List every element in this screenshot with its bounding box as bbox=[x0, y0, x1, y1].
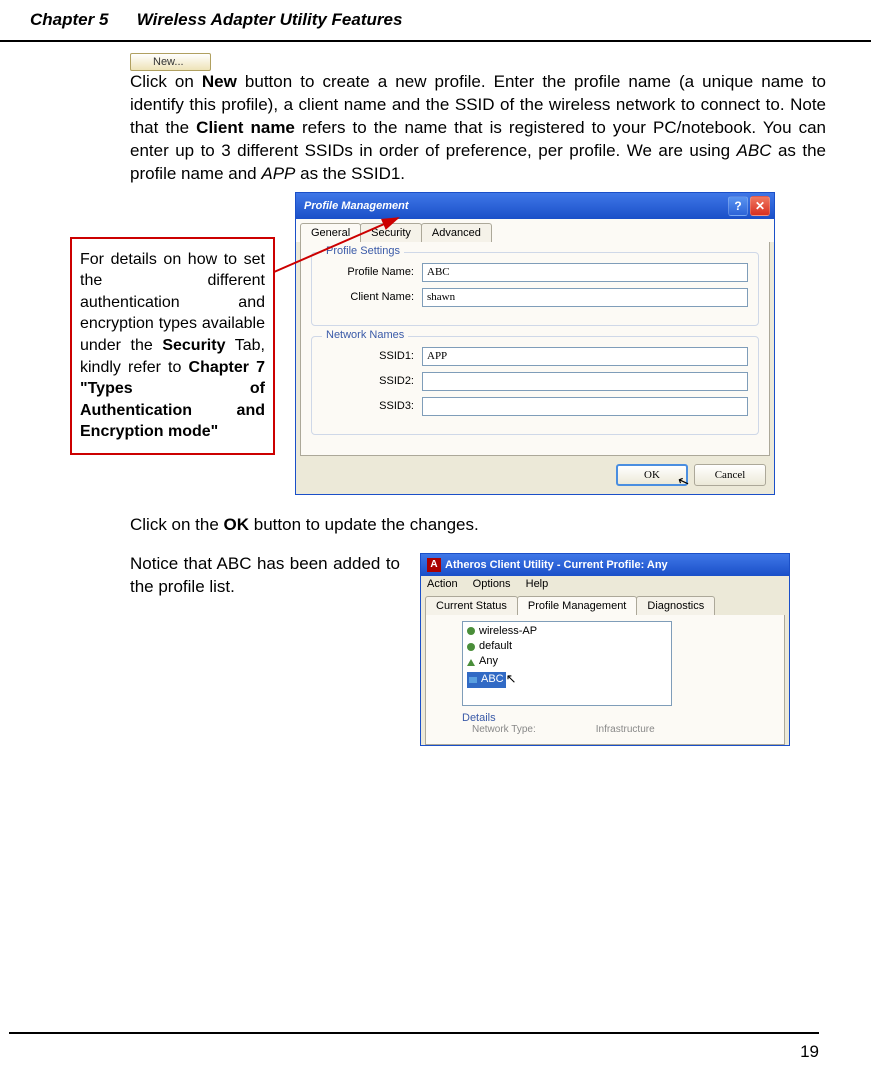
active-profile-icon bbox=[467, 659, 475, 666]
client-utility-titlebar: A Atheros Client Utility - Current Profi… bbox=[421, 554, 789, 576]
cancel-button[interactable]: Cancel bbox=[694, 464, 766, 486]
profile-listbox[interactable]: wireless-AP default Any ABC↖ bbox=[462, 621, 672, 706]
chapter-title: Wireless Adapter Utility Features bbox=[137, 10, 403, 29]
ssid2-label: SSID2: bbox=[322, 375, 422, 387]
tab-profile-management[interactable]: Profile Management bbox=[517, 596, 637, 615]
details-row: Network Type: Infrastructure bbox=[472, 724, 778, 735]
menu-action[interactable]: Action bbox=[427, 578, 458, 590]
page-number: 19 bbox=[800, 1042, 819, 1061]
page-footer: 19 bbox=[9, 1032, 819, 1062]
tab-advanced[interactable]: Advanced bbox=[421, 223, 492, 242]
client-utility-dialog: A Atheros Client Utility - Current Profi… bbox=[420, 553, 790, 746]
ssid3-label: SSID3: bbox=[322, 400, 422, 412]
client-name-label: Client Name: bbox=[322, 291, 422, 303]
profile-icon bbox=[469, 677, 477, 683]
ssid1-label: SSID1: bbox=[322, 350, 422, 362]
security-info-box: For details on how to set the different … bbox=[70, 237, 275, 455]
tab-current-status[interactable]: Current Status bbox=[425, 596, 518, 615]
network-names-group: Network Names SSID1: SSID2: SSID3: bbox=[311, 336, 759, 435]
close-button[interactable]: ✕ bbox=[750, 196, 770, 216]
help-button[interactable]: ? bbox=[728, 196, 748, 216]
profile-icon bbox=[467, 643, 475, 651]
new-button-image: New... bbox=[130, 53, 211, 71]
cursor-icon: ↖ bbox=[676, 472, 693, 492]
menu-bar: Action Options Help bbox=[421, 576, 789, 592]
ok-instruction-paragraph: Click on the OK button to update the cha… bbox=[130, 515, 826, 535]
list-item-selected[interactable]: ABC bbox=[467, 672, 506, 687]
ssid1-input[interactable] bbox=[422, 347, 748, 366]
menu-help[interactable]: Help bbox=[526, 578, 549, 590]
menu-options[interactable]: Options bbox=[473, 578, 511, 590]
details-label: Details bbox=[462, 712, 778, 724]
ok-button[interactable]: OK ↖ bbox=[616, 464, 688, 486]
intro-paragraph: Click on New button to create a new prof… bbox=[130, 71, 826, 186]
notice-paragraph: Notice that ABC has been added to the pr… bbox=[130, 553, 400, 599]
ssid2-input[interactable] bbox=[422, 372, 748, 391]
chapter-number: Chapter 5 bbox=[30, 10, 108, 29]
list-item[interactable]: Any bbox=[467, 654, 667, 669]
profile-name-input[interactable] bbox=[422, 263, 748, 282]
ssid3-input[interactable] bbox=[422, 397, 748, 416]
chapter-header: Chapter 5 Wireless Adapter Utility Featu… bbox=[0, 0, 871, 42]
atheros-logo-icon: A bbox=[427, 558, 441, 572]
client-utility-title: Atheros Client Utility - Current Profile… bbox=[445, 559, 668, 571]
profile-icon bbox=[467, 627, 475, 635]
client-name-input[interactable] bbox=[422, 288, 748, 307]
list-item[interactable]: default bbox=[467, 639, 667, 654]
network-names-legend: Network Names bbox=[322, 329, 408, 341]
list-item[interactable]: wireless-AP bbox=[467, 624, 667, 639]
arrow-annotation bbox=[270, 210, 410, 280]
cursor-icon: ↖ bbox=[506, 671, 517, 686]
tab-diagnostics[interactable]: Diagnostics bbox=[636, 596, 715, 615]
